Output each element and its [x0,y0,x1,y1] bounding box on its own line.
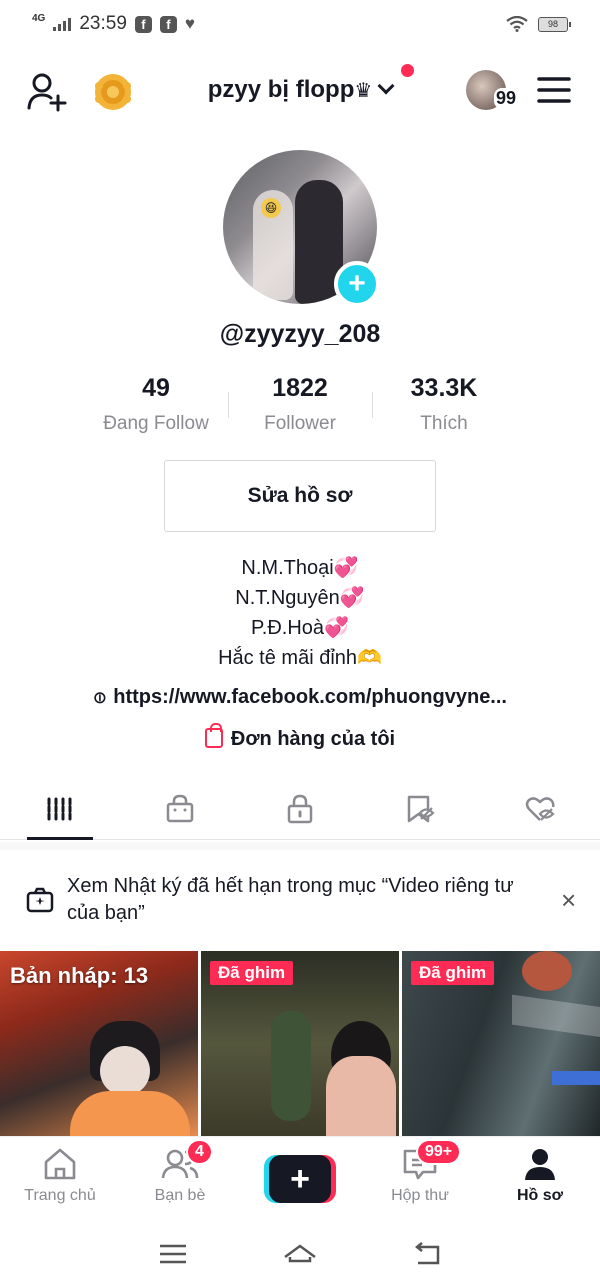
camera-icon [26,887,54,913]
likes-label: Thích [420,413,468,434]
followers-label: Follower [264,413,336,434]
profile-link[interactable]: ⊘https://www.facebook.com/phuongvyne... [0,685,600,710]
emoji-sticker: 😆 [261,198,281,218]
heart-notification-icon: ♥ [184,14,195,33]
tab-private[interactable] [240,778,360,839]
tab-reposts[interactable] [360,778,480,839]
facebook-notification-icon: f [134,15,152,33]
inbox-badge: 99+ [416,1139,462,1165]
my-orders-label: Đơn hàng của tôi [230,728,396,750]
recent-apps-icon[interactable] [156,1237,190,1271]
pinned-badge: Đã ghim [411,961,495,985]
nav-profile-label: Hồ sơ [516,1187,564,1204]
heart-hidden-icon [525,796,555,821]
battery-icon: 98 [538,16,571,32]
pinned-badge: Đã ghim [210,961,294,985]
nav-home[interactable]: Trang chủ [0,1137,120,1220]
likes-count: 33.3K [410,374,478,402]
following-stat[interactable]: 49 Đang Follow [84,374,228,435]
nav-friends-label: Bạn bè [154,1187,206,1204]
divider [0,842,600,850]
following-count: 49 [142,374,170,402]
expired-stories-notice[interactable]: Xem Nhật ký đã hết hạn trong mục “Video … [0,850,600,950]
bio-line: N.M.Thoại💞 [241,557,359,579]
home-button-icon[interactable] [283,1237,317,1271]
video-grid: Bản nháp: 13 Đã ghim Đã ghim [0,951,600,1136]
nav-home-label: Trang chủ [24,1187,96,1204]
nav-friends[interactable]: Bạn bè 4 [120,1137,240,1220]
profile-link-text: https://www.facebook.com/phuongvyne... [113,686,507,708]
status-bar: 4G 23:59 f f ♥ 98 [0,0,600,48]
link-icon: ⊘ [88,685,112,710]
menu-icon[interactable] [537,76,571,104]
video-thumbnail[interactable]: Đã ghim [402,951,600,1136]
profile-header: pzyy bị flopp♛ 99 [0,60,600,124]
friends-badge: 4 [186,1139,213,1165]
back-icon[interactable] [410,1237,444,1271]
nav-profile[interactable]: Hồ sơ [480,1137,600,1220]
notice-text: Xem Nhật ký đã hết hạn trong mục “Video … [67,875,514,924]
profile-handle: @zyyzyy_208 [219,320,381,348]
tab-shop[interactable] [120,778,240,839]
profile-tabs [0,778,600,840]
nav-create[interactable]: + [240,1137,360,1220]
grid-icon [47,797,72,820]
system-navigation [0,1220,600,1287]
profile-stats: 49 Đang Follow 1822 Follower 33.3K Thích [84,374,516,435]
followers-count: 1822 [272,374,328,402]
close-icon[interactable]: × [561,885,576,916]
crown-icon: ♛ [354,80,373,102]
likes-stat[interactable]: 33.3K Thích [372,374,516,435]
story-count: 99 [494,88,519,109]
nav-inbox[interactable]: Hộp thư 99+ [360,1137,480,1220]
home-icon [44,1148,76,1180]
wifi-icon [506,16,528,32]
followers-stat[interactable]: 1822 Follower [228,374,372,435]
video-thumbnail-drafts[interactable]: Bản nháp: 13 [0,951,198,1136]
add-story-button[interactable]: + [334,261,380,307]
create-button[interactable]: + [264,1155,336,1203]
plus-icon: + [269,1155,331,1203]
facebook-notification-icon-2: f [159,15,177,33]
bio-line: P.Đ.Hoà💞 [251,617,349,639]
bottom-navigation: Trang chủ Bạn bè 4 + Hộp thư 99+ Hồ sơ [0,1136,600,1220]
bio-line: Hắc tê mãi đỉnh🫶 [218,647,382,669]
network-type: 4G [32,13,46,24]
clock: 23:59 [79,13,127,34]
tab-videos[interactable] [0,778,120,840]
my-orders-link[interactable]: Đơn hàng của tôi [0,723,600,751]
edit-profile-button[interactable]: Sửa hồ sơ [164,460,436,532]
bio-line: N.T.Nguyên💞 [235,587,365,609]
profile-icon [525,1149,555,1180]
shopping-bag-icon [204,723,223,748]
drafts-label: Bản nháp: 13 [10,963,149,988]
video-thumbnail[interactable]: Đã ghim [201,951,399,1136]
following-label: Đang Follow [103,413,209,434]
profile-bio: N.M.Thoại💞 N.T.Nguyên💞 P.Đ.Hoà💞 Hắc tê m… [0,553,600,673]
shop-bag-icon [166,794,194,822]
tab-liked[interactable] [480,778,600,839]
notification-dot [401,64,414,77]
signal-icon [53,17,72,31]
bookmark-hidden-icon [407,795,435,822]
lock-icon [287,794,313,823]
nav-inbox-label: Hộp thư [391,1187,449,1204]
chevron-down-icon [377,77,395,95]
username: pzyy bị flopp [207,76,355,103]
